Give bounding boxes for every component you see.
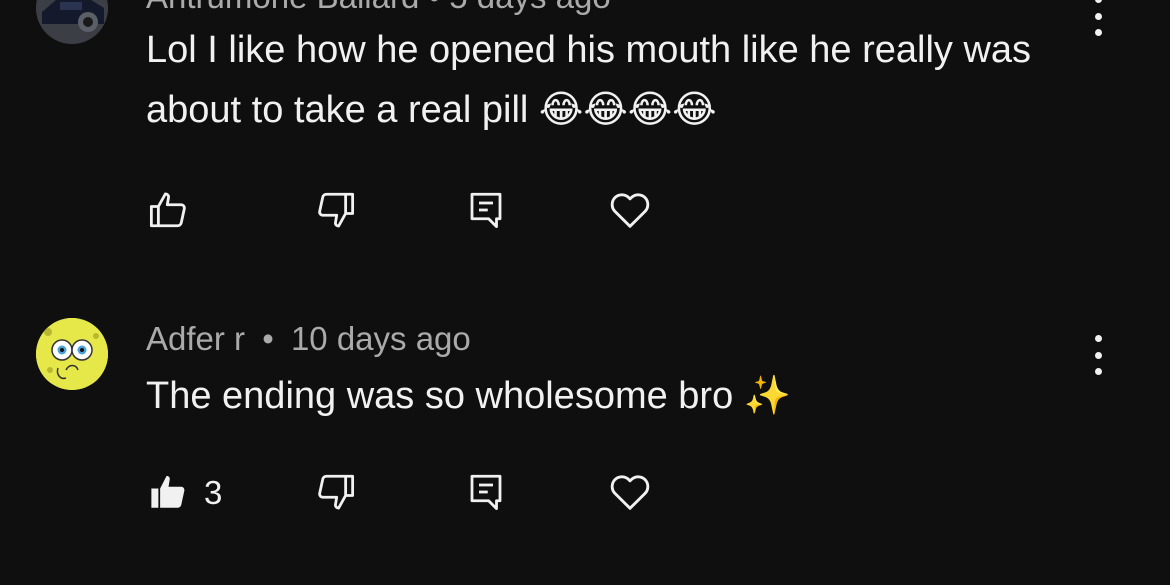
more-vertical-icon	[1094, 0, 1102, 3]
car-avatar-image	[36, 0, 108, 44]
comment-author[interactable]: Adfer r	[146, 320, 245, 357]
heart-button[interactable]	[606, 186, 654, 234]
thumbs-down-icon	[318, 474, 355, 510]
reply-icon	[470, 474, 502, 511]
comment-text-content: The ending was so wholesome bro ✨	[146, 375, 792, 417]
heart-button[interactable]	[606, 468, 654, 516]
like-count: 3	[204, 474, 223, 511]
comment-text: Lol I like how he opened his mouth like …	[146, 20, 1086, 140]
reply-icon	[470, 192, 502, 229]
more-vertical-icon	[1094, 335, 1102, 342]
comment-text-content: Lol I like how he opened his mouth like …	[146, 29, 1032, 131]
like-button[interactable]	[144, 186, 192, 234]
comment-time: 5 days ago	[449, 0, 610, 15]
avatar[interactable]	[36, 318, 108, 390]
heart-icon	[610, 475, 650, 510]
more-options-button[interactable]	[1086, 335, 1110, 375]
thumbs-up-icon	[149, 192, 186, 228]
reply-button[interactable]	[462, 186, 510, 234]
avatar[interactable]	[36, 0, 108, 44]
dislike-button[interactable]	[312, 186, 360, 234]
comment-time: 10 days ago	[290, 320, 471, 357]
thumbs-up-icon	[151, 475, 185, 508]
more-options-button[interactable]	[1086, 0, 1110, 36]
like-button[interactable]	[144, 468, 192, 516]
meta-separator: •	[262, 320, 274, 357]
heart-icon	[610, 193, 650, 228]
comment-actions: 3	[0, 468, 1170, 518]
comment-text: The ending was so wholesome bro ✨	[146, 366, 1086, 426]
reply-button[interactable]	[462, 468, 510, 516]
spongebob-avatar-image	[36, 318, 108, 390]
dislike-button[interactable]	[312, 468, 360, 516]
comment-actions	[0, 186, 1170, 236]
comment-meta: Adfer r • 10 days ago	[146, 320, 471, 358]
thumbs-down-icon	[318, 192, 355, 228]
comment-author[interactable]: Antrumone Ballard	[146, 0, 419, 15]
comment-meta: Antrumone Ballard • 5 days ago	[146, 0, 611, 16]
